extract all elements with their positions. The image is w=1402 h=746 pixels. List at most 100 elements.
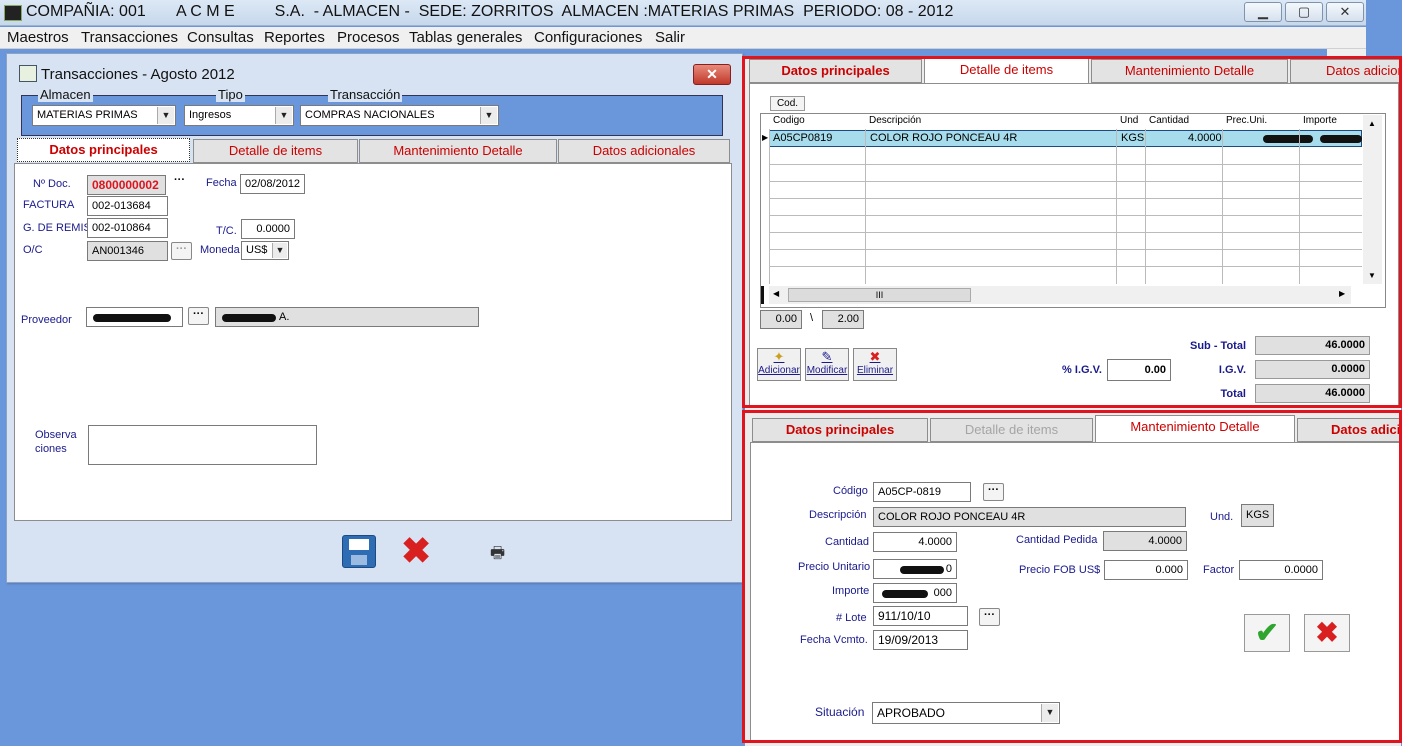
remision-field[interactable]: 002-010864: [87, 218, 168, 238]
menu-salir[interactable]: Salir: [655, 29, 685, 46]
column-header-prec-uni[interactable]: Prec.Uni.: [1224, 114, 1267, 128]
ndoc-more-icon[interactable]: ···: [174, 174, 185, 186]
chevron-down-icon[interactable]: ▼: [272, 243, 287, 258]
tab-datos-adicionales[interactable]: Datos adicionales: [558, 139, 730, 163]
almacen-select[interactable]: MATERIAS PRIMAS ▼: [32, 105, 176, 126]
proveedor-name-field[interactable]: A.: [215, 307, 479, 327]
tc-field[interactable]: 0.0000: [241, 219, 295, 239]
fecha-field[interactable]: 02/08/2012: [240, 174, 305, 194]
ndoc-field[interactable]: 0800000002: [87, 175, 166, 195]
scroll-left-icon[interactable]: ◀: [773, 289, 779, 298]
tab-mantenimiento-detalle[interactable]: Mantenimiento Detalle: [359, 139, 557, 163]
proveedor-code-field[interactable]: [86, 307, 183, 327]
tab-datos-adicionales[interactable]: Datos adicio: [1297, 418, 1400, 442]
oc-search-button[interactable]: ···: [171, 242, 192, 260]
tipo-value: Ingresos: [189, 109, 232, 121]
chevron-down-icon[interactable]: ▼: [275, 107, 292, 124]
und-field[interactable]: KGS: [1241, 504, 1274, 527]
tab-datos-principales[interactable]: Datos principales: [752, 418, 928, 442]
confirm-button[interactable]: ✔: [1244, 614, 1290, 652]
chevron-down-icon[interactable]: ▼: [157, 107, 174, 124]
save-icon-label: [349, 539, 369, 550]
lote-field[interactable]: 911/10/10: [873, 606, 968, 626]
precio-fob-field[interactable]: 0.000: [1104, 560, 1188, 580]
tab-detalle-items[interactable]: Detalle de items: [930, 418, 1093, 442]
menu-maestros[interactable]: Maestros: [7, 29, 69, 46]
column-header-cantidad[interactable]: Cantidad: [1147, 114, 1189, 128]
und-label: Und.: [1210, 511, 1234, 523]
scroll-thumb[interactable]: III: [788, 288, 971, 302]
column-header-und[interactable]: Und: [1118, 114, 1138, 128]
moneda-select[interactable]: US$ ▼: [241, 241, 289, 260]
chevron-down-icon[interactable]: ▼: [1041, 704, 1058, 722]
column-header-codigo[interactable]: Codigo: [771, 114, 805, 128]
subtotal-label: Sub - Total: [1189, 340, 1246, 352]
cantidad-pedida-field[interactable]: 4.0000: [1103, 531, 1187, 551]
moneda-label: Moneda: [200, 244, 240, 256]
menu-reportes[interactable]: Reportes: [264, 29, 325, 46]
situacion-select[interactable]: APROBADO ▼: [872, 702, 1060, 724]
cod-button[interactable]: Cod.: [770, 96, 805, 111]
tab-mantenimiento-detalle[interactable]: Mantenimiento Detalle: [1091, 59, 1288, 83]
tab-mantenimiento-detalle[interactable]: Mantenimiento Detalle: [1095, 415, 1295, 443]
observaciones-field[interactable]: [88, 425, 317, 465]
menu-consultas[interactable]: Consultas: [187, 29, 254, 46]
situacion-value: APROBADO: [877, 706, 946, 720]
menu-tablas-generales[interactable]: Tablas generales: [409, 29, 522, 46]
menu-procesos[interactable]: Procesos: [337, 29, 400, 46]
vertical-scrollbar[interactable]: ▲ ▼: [1363, 115, 1382, 284]
tab-detalle-items[interactable]: Detalle de items: [924, 58, 1089, 84]
print-icon[interactable]: 🖶: [490, 542, 505, 569]
edit-item-label: Modificar: [806, 365, 848, 376]
horizontal-scrollbar[interactable]: ◀ III ▶: [769, 286, 1351, 304]
tab-datos-principales[interactable]: Datos principales: [17, 138, 190, 162]
menu-configuraciones[interactable]: Configuraciones: [534, 29, 642, 46]
tab-datos-principales[interactable]: Datos principales: [749, 59, 922, 83]
chevron-down-icon[interactable]: ▼: [480, 107, 497, 124]
save-icon[interactable]: [342, 535, 376, 568]
factura-field[interactable]: 002-013684: [87, 196, 168, 216]
maximize-button[interactable]: ▢: [1285, 2, 1323, 22]
remision-label: G. DE REMISI: [23, 222, 94, 234]
add-item-label: Adicionar: [758, 365, 800, 376]
table-row[interactable]: A05CP0819 COLOR ROJO PONCEAU 4R KGS 4.00…: [769, 130, 1362, 147]
codigo-field[interactable]: A05CP-0819: [873, 482, 971, 502]
close-app-button[interactable]: ✕: [1326, 2, 1364, 22]
oc-field[interactable]: AN001346: [87, 241, 168, 261]
tipo-select[interactable]: Ingresos ▼: [184, 105, 294, 126]
cantidad-label: Cantidad: [825, 536, 870, 548]
cancel-icon[interactable]: ✖: [401, 531, 431, 571]
edit-item-button[interactable]: ✎ Modificar: [805, 348, 849, 381]
scroll-down-icon[interactable]: ▼: [1368, 271, 1376, 280]
cantidad-field[interactable]: 4.0000: [873, 532, 957, 552]
fecha-vcmto-field[interactable]: 19/09/2013: [873, 630, 968, 650]
add-item-button[interactable]: ✦ Adicionar: [757, 348, 801, 381]
minimize-button[interactable]: ▁: [1244, 2, 1282, 22]
proveedor-search-button[interactable]: ···: [188, 307, 209, 325]
codigo-search-button[interactable]: ···: [983, 483, 1004, 501]
igv-label: I.G.V.: [1218, 364, 1246, 376]
importe-field[interactable]: 000: [873, 583, 957, 603]
redacted-mark: [222, 314, 276, 322]
mantenimiento-panel: Código A05CP-0819 ··· Descripción COLOR …: [750, 442, 1400, 742]
app-icon: [4, 5, 22, 21]
scroll-up-icon[interactable]: ▲: [1368, 119, 1376, 128]
tab-detalle-items[interactable]: Detalle de items: [193, 139, 358, 163]
descripcion-field[interactable]: COLOR ROJO PONCEAU 4R: [873, 507, 1186, 527]
menu-transacciones[interactable]: Transacciones: [81, 29, 178, 46]
igv-pct-field[interactable]: 0.00: [1107, 359, 1171, 381]
tab-datos-adicionales[interactable]: Datos adicion: [1290, 59, 1400, 83]
lote-search-button[interactable]: ···: [979, 608, 1000, 626]
dialog-close-button[interactable]: ✕: [693, 64, 731, 85]
delete-item-label: Eliminar: [856, 365, 894, 376]
transaccion-select[interactable]: COMPRAS NACIONALES ▼: [300, 105, 499, 126]
column-header-descripcion[interactable]: Descripción: [867, 114, 921, 128]
scroll-right-icon[interactable]: ▶: [1339, 289, 1345, 298]
cancel-button[interactable]: ✖: [1304, 614, 1350, 652]
column-header-importe[interactable]: Importe: [1301, 114, 1337, 128]
cell-codigo: A05CP0819: [773, 132, 833, 144]
detalle-items-panel: Cod. Codigo Descripción Und Cantidad Pre…: [749, 83, 1399, 406]
delete-item-button[interactable]: ✖ Eliminar: [853, 348, 897, 381]
precio-unitario-field[interactable]: 0: [873, 559, 957, 579]
factor-field[interactable]: 0.0000: [1239, 560, 1323, 580]
